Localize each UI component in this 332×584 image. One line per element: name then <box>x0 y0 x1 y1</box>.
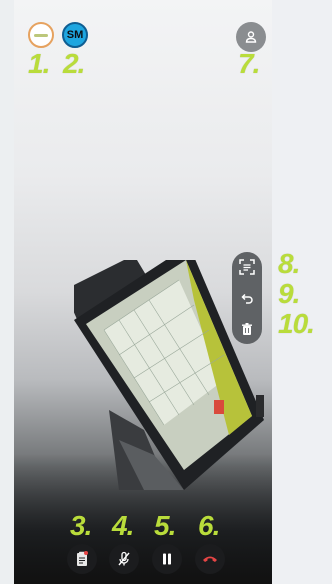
pause-button[interactable] <box>152 544 182 574</box>
document-button[interactable] <box>67 544 97 574</box>
undo-button[interactable] <box>236 287 258 309</box>
company-logo-icon <box>34 33 48 37</box>
end-call-icon <box>203 556 217 562</box>
side-toolbar <box>232 252 262 344</box>
mic-off-icon <box>118 551 130 566</box>
annotation-9: 9. <box>278 278 300 309</box>
undo-icon <box>241 293 253 304</box>
document-icon <box>77 551 88 566</box>
user-icon <box>245 31 257 43</box>
mute-button[interactable] <box>109 544 139 574</box>
annotation-4: 4. <box>112 510 134 541</box>
annotation-10: 10. <box>278 308 315 339</box>
delete-button[interactable] <box>236 318 258 340</box>
scan-text-icon <box>239 259 255 276</box>
annotation-5: 5. <box>154 510 176 541</box>
end-call-button[interactable] <box>195 544 225 574</box>
trash-icon <box>242 322 252 335</box>
user-avatar[interactable]: SM <box>62 22 88 48</box>
annotation-6: 6. <box>198 510 220 541</box>
company-logo-avatar[interactable] <box>28 22 54 48</box>
annotation-2: 2. <box>63 48 85 79</box>
annotation-1: 1. <box>28 48 50 79</box>
annotation-3: 3. <box>70 510 92 541</box>
scan-text-button[interactable] <box>236 256 258 278</box>
pause-icon <box>163 553 171 565</box>
annotation-7: 7. <box>238 48 260 79</box>
annotation-8: 8. <box>278 248 300 279</box>
